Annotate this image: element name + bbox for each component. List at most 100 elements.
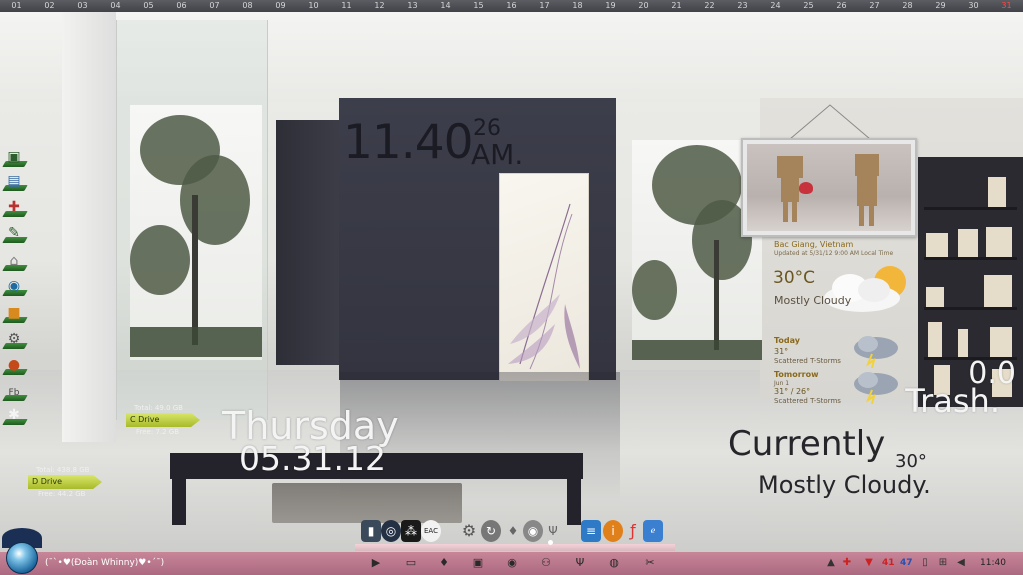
forecast-tomorrow-desc: Scattered T-Storms xyxy=(774,397,841,405)
home-icon[interactable]: ⌂ xyxy=(2,250,28,272)
globe-icon[interactable]: ◉ xyxy=(2,275,28,297)
current-weather-text-widget: Currently 30° Mostly Cloudy. xyxy=(728,425,988,505)
gear-icon[interactable]: ⚙ xyxy=(459,520,479,542)
drive-total: Total: 49.0 GB xyxy=(134,404,183,412)
tray-shield-icon[interactable]: ✚ xyxy=(840,556,854,570)
frame-hanging-wire xyxy=(790,104,870,139)
weather-widget[interactable]: Bac Giang, Vietnam Updated at 5/31/12 9:… xyxy=(772,240,912,410)
calendar-day: 31 xyxy=(1001,1,1012,10)
refresh-icon[interactable]: ↻ xyxy=(481,520,501,542)
calendar-day: 22 xyxy=(704,1,715,10)
forecast-today-label: Today xyxy=(774,336,800,345)
windows-logo-icon xyxy=(6,542,38,574)
play-icon[interactable]: ▶ xyxy=(368,555,384,571)
drive-free: Free: 7.2 GB xyxy=(136,428,180,436)
forecast-tomorrow-date: Jun 1 xyxy=(774,380,790,387)
steam-icon[interactable]: ◎ xyxy=(381,520,401,542)
media-player-icon[interactable]: ▮ xyxy=(361,520,381,542)
calendar-day: 10 xyxy=(308,1,319,10)
blackberry-icon[interactable]: ⁂ xyxy=(401,520,421,542)
calendar-day: 30 xyxy=(968,1,979,10)
forecast-tomorrow-temp: 31° / 26° xyxy=(774,387,811,396)
eac-icon[interactable]: EAC xyxy=(421,520,441,542)
calendar-day: 03 xyxy=(77,1,88,10)
currently-condition: Mostly Cloudy. xyxy=(758,471,931,499)
calendar-day: 17 xyxy=(539,1,550,10)
explorer-icon[interactable]: ▭ xyxy=(403,555,419,571)
chrome-icon[interactable]: ◉ xyxy=(523,520,543,542)
runner-icon[interactable]: ✱ xyxy=(2,404,28,426)
fire-icon[interactable]: ● xyxy=(2,354,28,376)
tray-volume-icon[interactable]: ◀ xyxy=(954,556,968,570)
calendar-day: 28 xyxy=(902,1,913,10)
users-icon[interactable]: ⚇ xyxy=(538,555,554,571)
taskbar-clock[interactable]: 11:40 xyxy=(980,558,1006,568)
tray-network-icon[interactable]: ⊞ xyxy=(936,556,950,570)
clock-seconds: 26 xyxy=(473,116,501,141)
calendar-day: 25 xyxy=(803,1,814,10)
weather-current-condition: Mostly Cloudy xyxy=(774,294,852,307)
pencil-icon[interactable]: ✎ xyxy=(2,222,28,244)
start-button[interactable] xyxy=(2,528,42,574)
calendar-day: 29 xyxy=(935,1,946,10)
tray-expand-icon[interactable]: ▲ xyxy=(824,556,838,570)
calendar-day: 27 xyxy=(869,1,880,10)
drop-icon[interactable]: ♦ xyxy=(436,555,452,571)
wallpaper-bench-leg xyxy=(172,479,186,525)
calendar-day: 12 xyxy=(374,1,385,10)
usb-taskbar-icon[interactable]: Ψ xyxy=(572,555,588,571)
trash-widget[interactable]: 0.0 Trash. xyxy=(900,358,1020,419)
water-drop-icon[interactable]: ♦ xyxy=(503,520,523,542)
settings-icon[interactable]: ⚙ xyxy=(2,328,28,350)
taskbar-user-title[interactable]: (¯`•♥(Đoàn Whinny)♥•´¯) xyxy=(45,558,164,568)
thunderstorm-icon xyxy=(854,372,898,404)
media-icon[interactable]: ▣ xyxy=(470,555,486,571)
calendar-day: 05 xyxy=(143,1,154,10)
drive-free: Free: 44.2 GB xyxy=(38,490,86,498)
facebook-icon[interactable]: Fb xyxy=(2,380,28,402)
gift-icon[interactable]: ✚ xyxy=(2,196,28,218)
network-icon[interactable]: ▤ xyxy=(2,170,28,192)
network-manager-icon[interactable]: ≡ xyxy=(581,520,601,542)
drive-name: C Drive xyxy=(126,413,200,427)
clock-time: 11.40 xyxy=(343,115,474,170)
scissors-icon[interactable]: ✂ xyxy=(642,555,658,571)
folder-icon[interactable]: ■ xyxy=(2,302,28,324)
calendar-day: 15 xyxy=(473,1,484,10)
calendar-day: 06 xyxy=(176,1,187,10)
photo-frame-widget[interactable] xyxy=(741,138,917,237)
drive-total: Total: 438.8 GB xyxy=(36,466,90,474)
computer-icon[interactable]: ▣ xyxy=(2,146,28,168)
currently-heading: Currently xyxy=(728,424,886,464)
calendar-day: 07 xyxy=(209,1,220,10)
calendar-day: 23 xyxy=(737,1,748,10)
usb-icon[interactable]: Ψ xyxy=(543,520,563,542)
currently-temp: 30° xyxy=(895,451,927,472)
calendar-day: 04 xyxy=(110,1,121,10)
tray-number-red: 41 xyxy=(882,558,895,568)
forecast-today-desc: Scattered T-Storms xyxy=(774,357,841,365)
drive-meter-c[interactable]: Total: 49.0 GB C Drive Free: 7.2 GB xyxy=(126,404,206,446)
filezilla-icon[interactable]: ƒ xyxy=(623,520,643,542)
ie-icon[interactable]: ℯ xyxy=(643,520,663,542)
calendar-day-strip: 01 02 03 04 05 06 07 08 09 10 11 12 13 14 15 16 17 18 19 20… xyxy=(0,0,1023,12)
calendar-day: 09 xyxy=(275,1,286,10)
calendar-day: 01 xyxy=(11,1,22,10)
calendar-day: 20 xyxy=(638,1,649,10)
calendar-day: 19 xyxy=(605,1,616,10)
calendar-day: 16 xyxy=(506,1,517,10)
tray-antivirus-icon[interactable]: ▼ xyxy=(862,556,876,570)
disk-icon[interactable]: ◍ xyxy=(606,555,622,571)
drive-meter-d[interactable]: Total: 438.8 GB D Drive Free: 44.2 GB xyxy=(28,466,108,508)
calendar-day: 21 xyxy=(671,1,682,10)
dock-shelf xyxy=(355,544,675,551)
tray-device-icon[interactable]: ▯ xyxy=(918,556,932,570)
calendar-day: 11 xyxy=(341,1,352,10)
forecast-tomorrow-label: Tomorrow xyxy=(774,370,819,379)
chrome-taskbar-icon[interactable]: ◉ xyxy=(504,555,520,571)
info-icon[interactable]: i xyxy=(603,520,623,542)
photo-image xyxy=(747,144,911,231)
weather-current-temp: 30°C xyxy=(773,268,816,288)
wallpaper-window-left xyxy=(130,105,262,360)
calendar-day: 18 xyxy=(572,1,583,10)
